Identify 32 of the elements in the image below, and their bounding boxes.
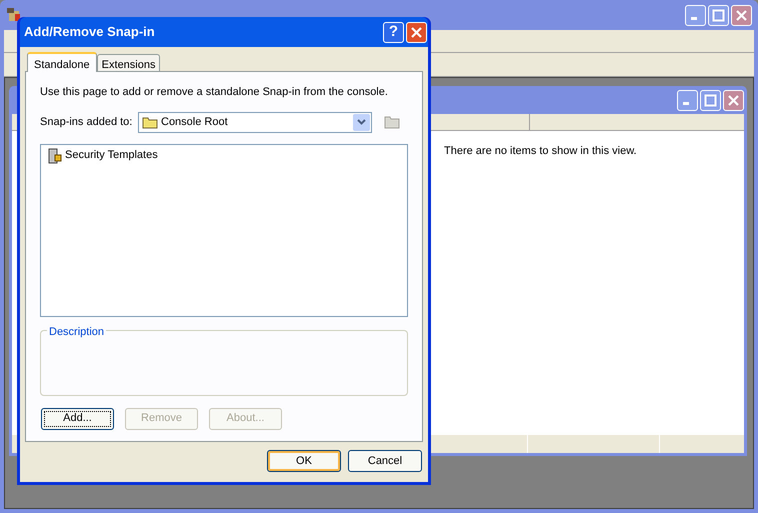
minimize-button[interactable] xyxy=(677,90,698,110)
snapins-dropdown[interactable]: Console Root xyxy=(138,112,372,132)
help-button[interactable]: ? xyxy=(383,22,404,42)
field-label: Snap-ins added to: xyxy=(40,114,134,130)
close-button[interactable] xyxy=(723,90,744,110)
maximize-button[interactable] xyxy=(700,90,721,110)
maximize-icon xyxy=(704,94,717,106)
maximize-icon xyxy=(712,8,725,22)
dialog-title: Add/Remove Snap-in xyxy=(24,23,155,42)
list-item[interactable]: Security Templates xyxy=(47,148,407,164)
dialog-button[interactable]: Cancel xyxy=(348,450,422,472)
close-icon xyxy=(410,26,423,38)
tab[interactable]: Extensions xyxy=(96,54,160,71)
minimize-icon xyxy=(690,17,696,20)
chevron-down-icon xyxy=(357,119,366,125)
folder-icon xyxy=(142,116,158,128)
dialog-button[interactable]: Add... xyxy=(41,408,114,430)
server-lock-icon xyxy=(47,148,63,164)
close-icon xyxy=(735,8,748,22)
maximize-button[interactable] xyxy=(708,4,729,26)
console-app-icon xyxy=(6,7,22,23)
dropdown-value: Console Root xyxy=(161,114,228,130)
intro-text: Use this page to add or remove a standalone Snap-in from the console. xyxy=(40,85,389,100)
close-icon xyxy=(727,94,740,106)
close-button[interactable] xyxy=(731,4,752,26)
tab[interactable]: Standalone xyxy=(27,52,97,72)
minimize-icon xyxy=(682,102,688,105)
dialog-button[interactable]: OK xyxy=(267,450,341,472)
folder-icon[interactable] xyxy=(384,115,400,129)
minimize-button[interactable] xyxy=(685,4,706,26)
empty-message: There are no items to show in this view. xyxy=(444,145,637,157)
close-button[interactable] xyxy=(406,22,427,42)
